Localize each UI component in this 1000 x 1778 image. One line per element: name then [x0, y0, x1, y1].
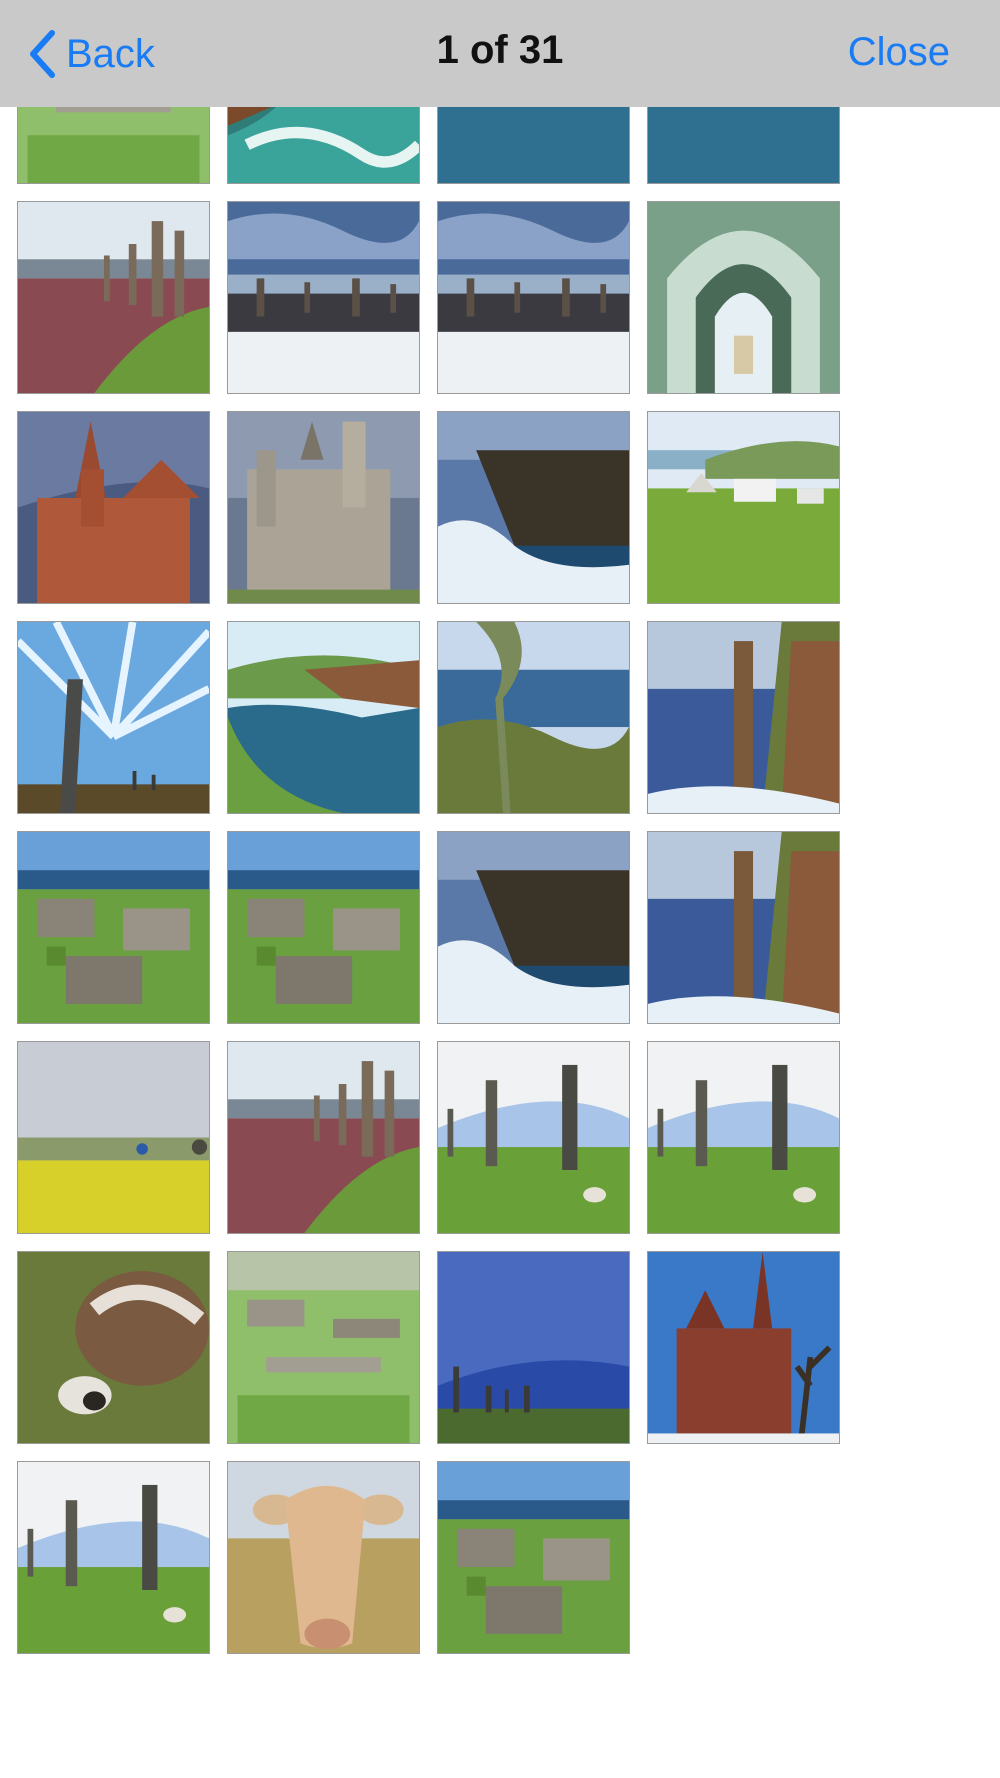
photo-thumbnail[interactable]	[437, 831, 630, 1024]
photo-thumbnail[interactable]	[437, 621, 630, 814]
village-photo	[18, 832, 209, 1023]
photo-thumbnail[interactable]	[437, 107, 630, 184]
photo-thumbnail[interactable]	[647, 1041, 840, 1234]
close-button[interactable]: Close	[848, 30, 950, 75]
stones-snow-photo	[228, 202, 419, 393]
cathedral-photo	[18, 412, 209, 603]
photo-thumbnail[interactable]	[227, 411, 420, 604]
top-navigation-bar: Back 1 of 31 Close	[0, 0, 1000, 107]
ruins-photo	[228, 1252, 419, 1443]
bay-photo	[228, 622, 419, 813]
photo-thumbnail[interactable]	[17, 1041, 210, 1234]
stones-blue-photo	[438, 1252, 629, 1443]
photo-thumbnail[interactable]	[647, 1251, 840, 1444]
photo-thumbnail[interactable]	[227, 107, 420, 184]
stones-sunset-photo	[18, 202, 209, 393]
castle-photo	[228, 412, 419, 603]
photo-thumbnail[interactable]	[437, 201, 630, 394]
stone-sky-photo	[18, 622, 209, 813]
photo-thumbnail[interactable]	[17, 621, 210, 814]
photo-thumbnail[interactable]	[227, 1461, 420, 1654]
photo-thumbnail[interactable]	[647, 621, 840, 814]
photo-thumbnail[interactable]	[647, 411, 840, 604]
cliff-waves-photo	[438, 832, 629, 1023]
cathedral-blue-photo	[648, 1252, 839, 1443]
photo-thumbnail[interactable]	[227, 831, 420, 1024]
photo-thumbnail[interactable]	[227, 1251, 420, 1444]
camping-photo	[648, 412, 839, 603]
photo-thumbnail[interactable]	[17, 107, 210, 184]
photo-grid	[17, 107, 842, 1654]
harbour-photo	[438, 107, 629, 183]
stones-green-photo	[18, 1462, 209, 1653]
photo-thumbnail[interactable]	[437, 411, 630, 604]
stones-sunset-photo	[228, 1042, 419, 1233]
stones-snow-photo	[438, 202, 629, 393]
cow-photo	[228, 1462, 419, 1653]
harbour-photo	[648, 107, 839, 183]
sea-stack-photo	[648, 832, 839, 1023]
photo-thumbnail[interactable]	[17, 1251, 210, 1444]
sheep-photo	[18, 1252, 209, 1443]
sea-stack-photo	[648, 622, 839, 813]
photo-thumbnail[interactable]	[227, 201, 420, 394]
shore-photo	[438, 622, 629, 813]
photo-thumbnail[interactable]	[227, 621, 420, 814]
village-photo	[228, 832, 419, 1023]
photo-thumbnail[interactable]	[17, 1461, 210, 1654]
sea-cliff-photo	[228, 107, 419, 183]
cliff-waves-photo	[438, 412, 629, 603]
photo-thumbnail[interactable]	[437, 1251, 630, 1444]
photo-thumbnail[interactable]	[647, 831, 840, 1024]
photo-thumbnail[interactable]	[647, 201, 840, 394]
photo-grid-scroll-area[interactable]	[0, 107, 1000, 1778]
chapel-photo	[648, 202, 839, 393]
photo-thumbnail[interactable]	[17, 411, 210, 604]
photo-thumbnail[interactable]	[17, 831, 210, 1024]
photo-thumbnail[interactable]	[437, 1041, 630, 1234]
photo-thumbnail[interactable]	[647, 107, 840, 184]
village-photo	[438, 1462, 629, 1653]
stones-green-photo	[648, 1042, 839, 1233]
photo-thumbnail[interactable]	[17, 201, 210, 394]
photo-thumbnail[interactable]	[227, 1041, 420, 1234]
ruins-photo	[18, 107, 209, 183]
stones-green-photo	[438, 1042, 629, 1233]
photo-thumbnail[interactable]	[437, 1461, 630, 1654]
field-photo	[18, 1042, 209, 1233]
